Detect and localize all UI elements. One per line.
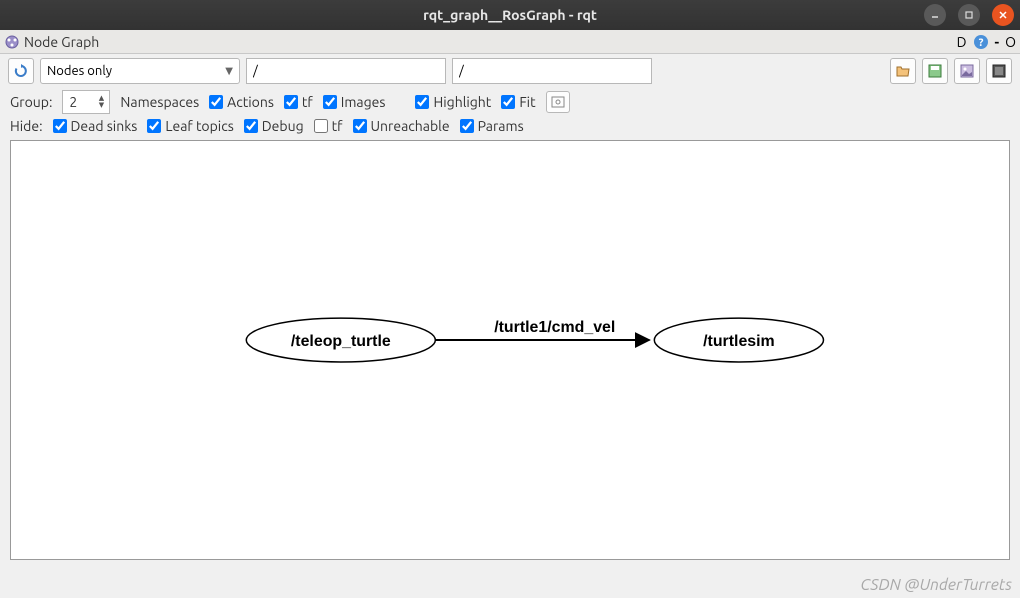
hidetf-check[interactable]: tf: [314, 118, 343, 134]
panel-title: Node Graph: [24, 34, 99, 50]
hide-row: Hide: Dead sinks Leaf topics Debug tf Un…: [0, 116, 1020, 136]
actions-checkbox[interactable]: [209, 95, 223, 109]
fit-icon-button[interactable]: [546, 91, 570, 113]
unreachable-check[interactable]: Unreachable: [353, 118, 450, 134]
graph-icon: [4, 34, 20, 50]
toolbar: Nodes only ▼: [0, 54, 1020, 88]
graph-canvas[interactable]: /teleop_turtle /turtlesim /turtle1/cmd_v…: [10, 140, 1010, 560]
mode-combo[interactable]: Nodes only ▼: [40, 58, 240, 84]
namespaces-label: Namespaces: [120, 94, 199, 110]
debug-check[interactable]: Debug: [244, 118, 304, 134]
tf-check[interactable]: tf: [284, 94, 313, 110]
images-check[interactable]: Images: [323, 94, 386, 110]
hidetf-checkbox[interactable]: [314, 119, 328, 133]
svg-text:?: ?: [978, 37, 983, 49]
save-button[interactable]: [922, 58, 948, 84]
titlebar: rqt_graph__RosGraph - rqt: [0, 0, 1020, 30]
highlight-check[interactable]: Highlight: [415, 94, 491, 110]
params-check[interactable]: Params: [460, 118, 524, 134]
mode-selected: Nodes only: [47, 64, 112, 78]
spin-down-icon[interactable]: ▼: [95, 102, 107, 109]
group-value: 2: [69, 94, 77, 110]
images-checkbox[interactable]: [323, 95, 337, 109]
group-spinbox[interactable]: 2 ▲ ▼: [62, 90, 110, 114]
hide-label: Hide:: [10, 118, 43, 134]
fit-checkbox[interactable]: [501, 95, 515, 109]
settings-button[interactable]: [986, 58, 1012, 84]
highlight-checkbox[interactable]: [415, 95, 429, 109]
help-icon[interactable]: ?: [973, 34, 989, 50]
maximize-button[interactable]: [958, 4, 980, 26]
o-label: O: [1005, 34, 1016, 50]
unreachable-checkbox[interactable]: [353, 119, 367, 133]
save-image-button[interactable]: [954, 58, 980, 84]
graph-svg: /teleop_turtle /turtlesim /turtle1/cmd_v…: [11, 141, 1009, 559]
edge-label: /turtle1/cmd_vel: [494, 319, 615, 336]
close-button[interactable]: [992, 4, 1014, 26]
open-button[interactable]: [890, 58, 916, 84]
panel-header: Node Graph D ? - O: [0, 30, 1020, 54]
group-label: Group:: [10, 94, 52, 110]
tf-checkbox[interactable]: [284, 95, 298, 109]
refresh-button[interactable]: [8, 58, 34, 84]
window-controls: [924, 4, 1014, 26]
group-row: Group: 2 ▲ ▼ Namespaces Actions tf Image…: [0, 88, 1020, 116]
chevron-down-icon: ▼: [225, 65, 233, 77]
window-title: rqt_graph__RosGraph - rqt: [423, 7, 597, 23]
debug-checkbox[interactable]: [244, 119, 258, 133]
leaftopics-check[interactable]: Leaf topics: [147, 118, 233, 134]
deadsinks-checkbox[interactable]: [53, 119, 67, 133]
deadsinks-check[interactable]: Dead sinks: [53, 118, 138, 134]
filter1-input[interactable]: [246, 58, 446, 84]
node1-label: /teleop_turtle: [291, 333, 391, 350]
fit-check[interactable]: Fit: [501, 94, 535, 110]
d-label: D: [957, 34, 967, 50]
node2-label: /turtlesim: [703, 333, 775, 350]
params-checkbox[interactable]: [460, 119, 474, 133]
watermark: CSDN @UnderTurrets: [860, 576, 1012, 594]
leaftopics-checkbox[interactable]: [147, 119, 161, 133]
filter2-input[interactable]: [452, 58, 652, 84]
minimize-button[interactable]: [924, 4, 946, 26]
actions-check[interactable]: Actions: [209, 94, 274, 110]
dash-label: -: [995, 34, 1000, 50]
